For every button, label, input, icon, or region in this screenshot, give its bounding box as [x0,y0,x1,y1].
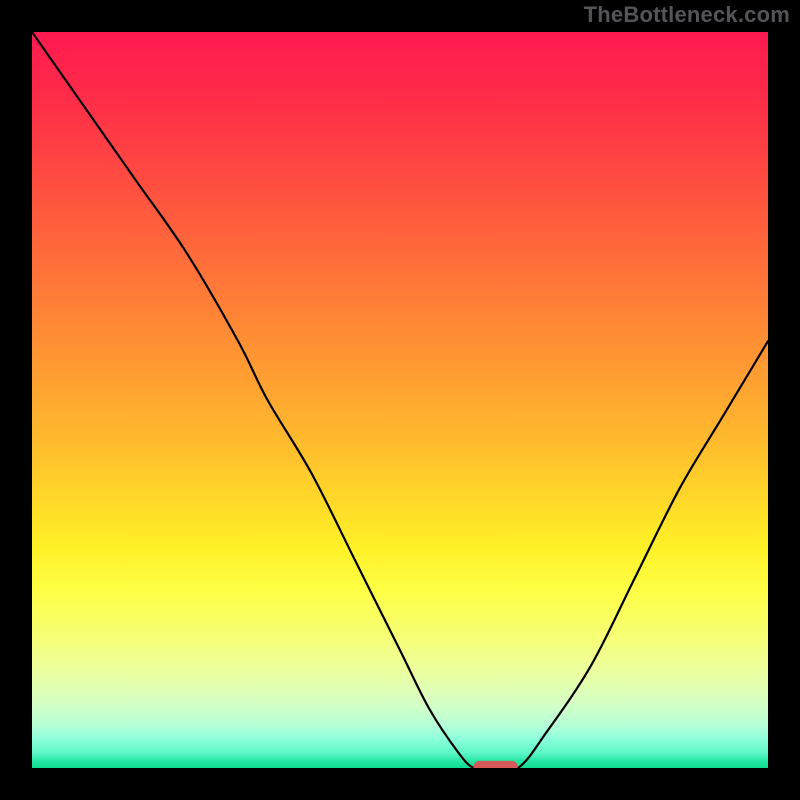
chart-frame: TheBottleneck.com [0,0,800,800]
watermark-text: TheBottleneck.com [584,2,790,28]
curve-layer [32,32,768,768]
plot-area [32,32,768,768]
optimal-marker [474,761,518,768]
bottleneck-curve [32,32,768,768]
